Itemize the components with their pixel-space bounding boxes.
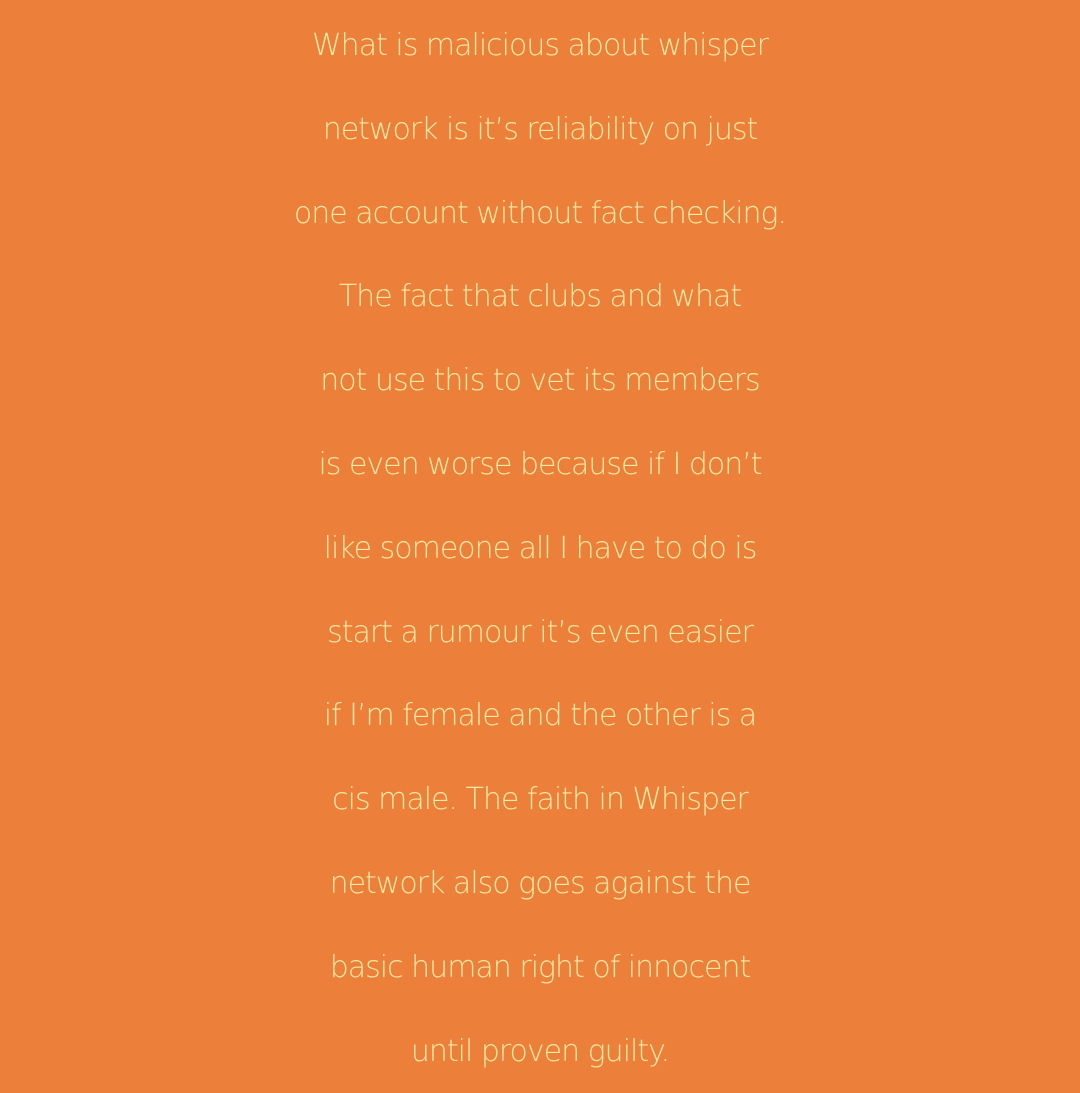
quote-card: What is malicious about whisper network … [0,0,1080,1080]
quote-line-6: is even worse because if I don’t [318,446,762,482]
quote-line-2: network is it’s reliability on just [322,111,759,147]
quote-line-8: start a rumour it’s even easier [327,614,754,650]
quote-line-11: network also goes against the [329,865,752,901]
quote-line-9: if I’m female and the other is a [323,698,758,734]
quote-line-5: not use this to vet its members [320,363,760,399]
quote-line-10: cis male. The faith in Whisper [332,782,749,818]
quote-line-3: one account without fact checking. [293,195,787,231]
quote-line-7: like someone all I have to do is [323,530,758,566]
quote-text: What is malicious about whisper network … [0,4,1080,1093]
quote-line-4: The fact that clubs and what [338,279,742,315]
quote-line-1: What is malicious about whisper [312,28,769,63]
quote-line-13: until proven guilty. [410,1033,670,1069]
quote-line-12: basic human right of innocent [329,949,752,985]
